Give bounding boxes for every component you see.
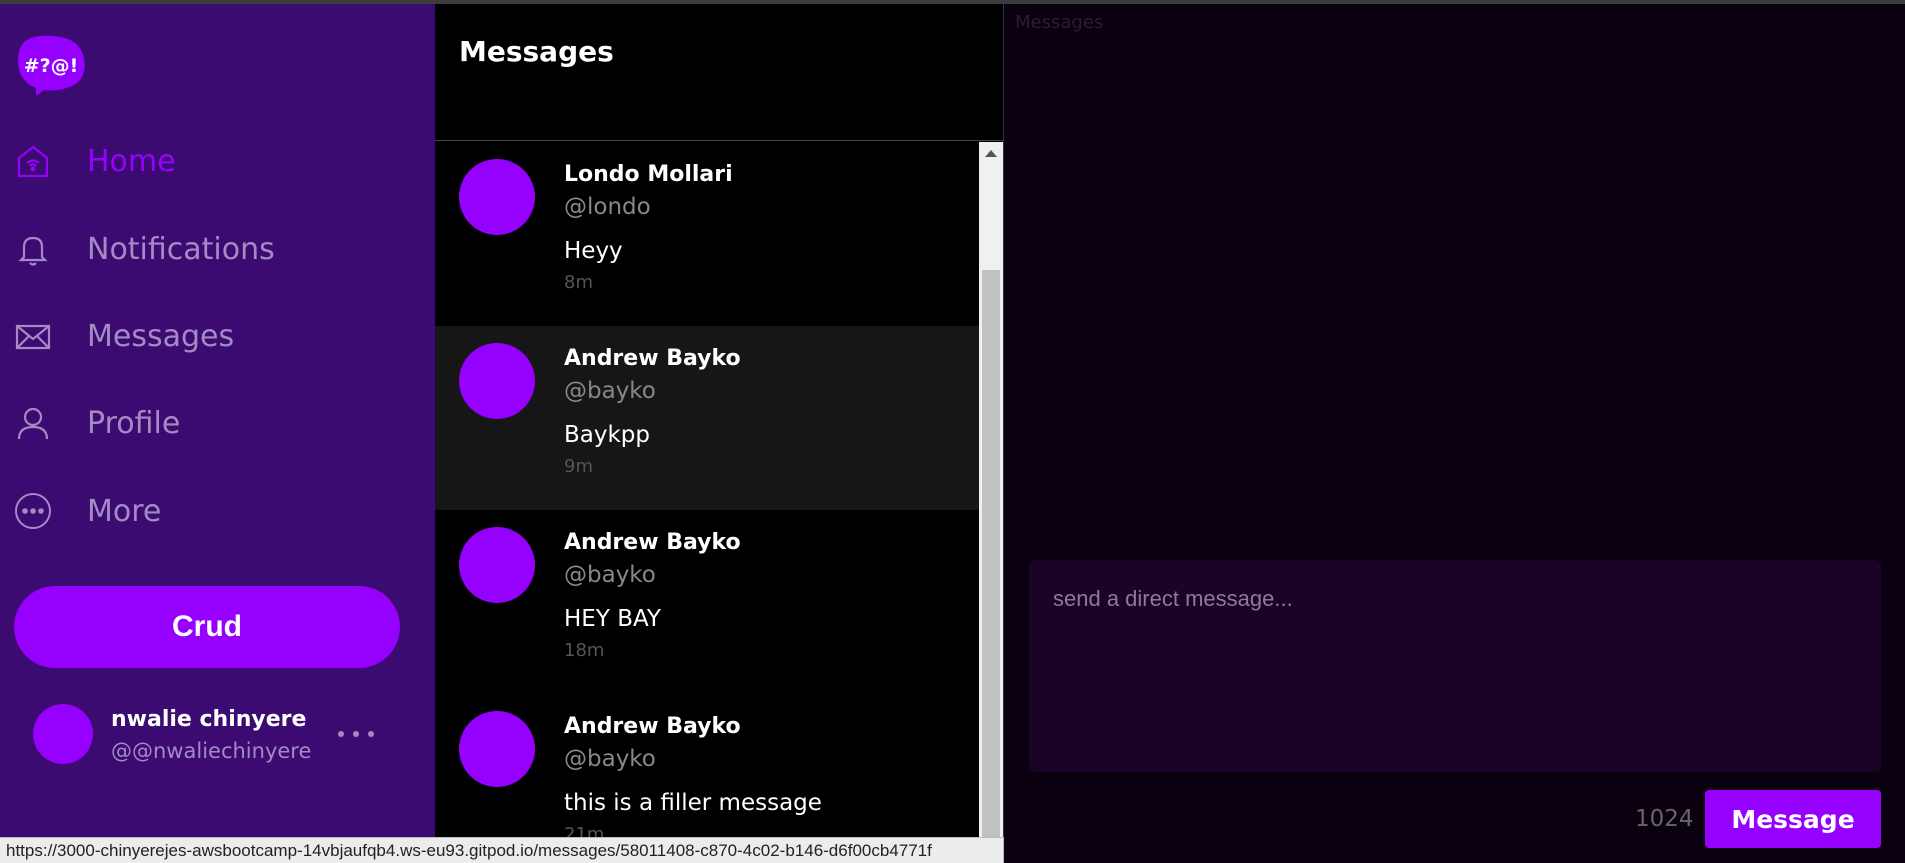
message-group-handle: @bayko xyxy=(564,378,656,404)
message-group-time: 8m xyxy=(564,272,593,293)
envelope-icon xyxy=(14,317,52,355)
bell-icon xyxy=(14,230,52,268)
message-group-name: Andrew Bayko xyxy=(564,714,741,739)
conversation-panel: Messages 1024 Message xyxy=(1005,4,1905,863)
user-menu-ellipsis-icon[interactable] xyxy=(338,722,374,746)
sidebar-item-notifications[interactable]: Notifications xyxy=(0,219,435,279)
sidebar-item-messages[interactable]: Messages xyxy=(0,306,435,366)
message-group-item[interactable]: Andrew Bayko @bayko Baykpp 9m xyxy=(435,326,979,510)
crud-button[interactable]: Crud xyxy=(14,586,400,668)
message-group-preview: HEY BAY xyxy=(564,606,661,632)
more-circle-icon xyxy=(14,492,52,530)
sidebar-item-profile[interactable]: Profile xyxy=(0,393,435,453)
sidebar-item-label: Messages xyxy=(87,318,235,354)
home-icon xyxy=(14,142,52,180)
message-group-time: 9m xyxy=(564,456,593,477)
send-message-button[interactable]: Message xyxy=(1705,790,1881,848)
sidebar-item-label: Notifications xyxy=(87,231,275,267)
message-group-handle: @bayko xyxy=(564,562,656,588)
message-group-preview: this is a filler message xyxy=(564,790,822,816)
message-group-item[interactable]: Andrew Bayko @bayko this is a filler mes… xyxy=(435,694,979,842)
message-group-preview: Baykpp xyxy=(564,422,651,448)
sidebar-item-label: More xyxy=(87,493,162,529)
scroll-up-arrow-icon[interactable] xyxy=(979,142,1003,164)
sidebar-item-more[interactable]: More xyxy=(0,481,435,541)
message-groups-panel: Messages Londo Mollari @londo Heyy 8m An… xyxy=(435,4,1004,863)
direct-message-input[interactable] xyxy=(1029,560,1881,772)
message-group-item[interactable]: Andrew Bayko @bayko HEY BAY 18m xyxy=(435,510,979,694)
avatar[interactable] xyxy=(33,704,93,764)
sidebar-item-home[interactable]: Home xyxy=(0,131,435,191)
user-icon xyxy=(14,404,52,442)
character-count: 1024 xyxy=(1635,806,1694,832)
page-title: Messages xyxy=(459,35,614,68)
message-group-time: 18m xyxy=(564,640,605,661)
app-logo[interactable]: #?@! xyxy=(14,34,88,96)
link-preview-statusbar: https://3000-chinyerejes-awsbootcamp-14v… xyxy=(0,837,1004,863)
avatar xyxy=(459,159,535,235)
message-group-preview: Heyy xyxy=(564,238,623,264)
sidebar-item-label: Home xyxy=(87,143,176,179)
message-group-name: Londo Mollari xyxy=(564,162,733,187)
scrollbar-thumb[interactable] xyxy=(982,270,1000,842)
conversation-title: Messages xyxy=(1015,12,1104,33)
message-group-list: Londo Mollari @londo Heyy 8m Andrew Bayk… xyxy=(435,142,979,842)
avatar xyxy=(459,711,535,787)
sidebar-item-label: Profile xyxy=(87,405,181,441)
message-group-name: Andrew Bayko xyxy=(564,346,741,371)
sidebar: #?@! Home Notifications Messages Profile… xyxy=(0,4,435,863)
message-group-handle: @londo xyxy=(564,194,651,220)
message-group-item[interactable]: Londo Mollari @londo Heyy 8m xyxy=(435,142,979,326)
avatar xyxy=(459,527,535,603)
avatar xyxy=(459,343,535,419)
scrollbar[interactable] xyxy=(979,142,1003,842)
message-group-handle: @bayko xyxy=(564,746,656,772)
user-display-name: nwalie chinyere xyxy=(111,707,307,732)
logo-text: #?@! xyxy=(24,55,79,77)
user-handle: @@nwaliechinyere xyxy=(111,739,312,763)
message-groups-header: Messages xyxy=(435,4,1004,141)
message-group-name: Andrew Bayko xyxy=(564,530,741,555)
